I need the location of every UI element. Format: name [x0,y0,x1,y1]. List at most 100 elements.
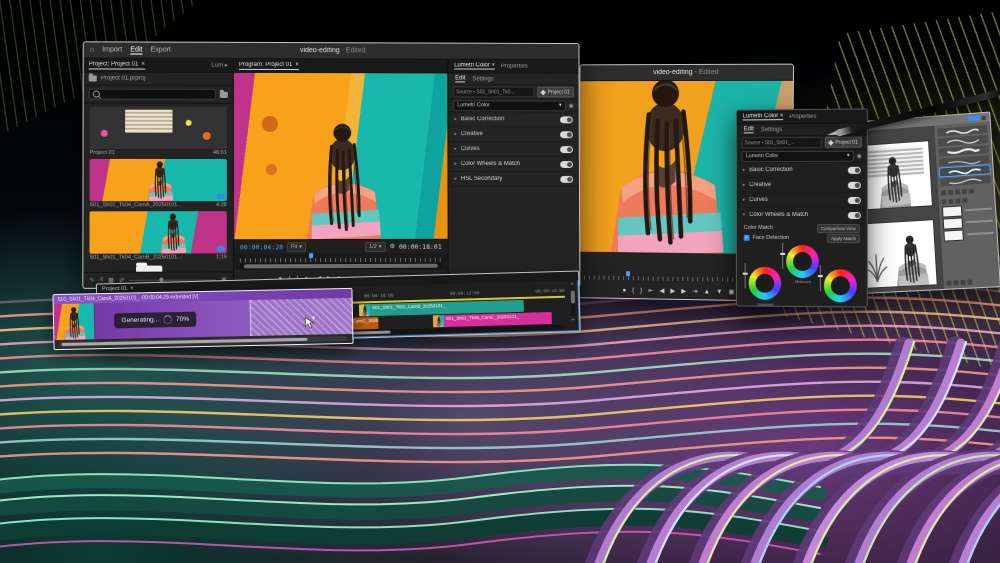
home-icon[interactable]: ⌂ [90,46,94,54]
face-detection-checkbox[interactable]: ✓ [744,235,750,241]
layer-row[interactable] [942,204,992,217]
section-color-wheels[interactable]: ▸Color Wheels & Match [448,157,578,172]
target-clip-chip[interactable]: Project 01 [538,87,574,98]
mark-out-button[interactable]: } [640,287,642,294]
footer-icon[interactable] [967,279,972,284]
timeline-view-icon[interactable]: ◉ [857,152,862,159]
comparison-view-button[interactable]: Comparison View [817,224,860,233]
play-button[interactable]: ▶ [670,287,675,295]
setting-icon[interactable] [941,190,946,195]
lift-button[interactable]: ▲ [704,288,710,295]
menu-edit[interactable]: Edit [130,46,142,54]
toggle-basic-correction[interactable] [848,166,861,173]
toggle-creative[interactable] [560,131,573,138]
midtones-slider[interactable] [782,243,783,269]
tab-lumetri-scopes[interactable]: Lum ▸ [211,62,227,69]
new-bin-icon[interactable] [220,91,228,97]
tab-project[interactable]: Project: Project 01× [89,61,145,69]
swatch-icon[interactable] [962,198,967,203]
setting-icon[interactable] [948,190,953,195]
generative-extend-clip[interactable]: S01_Sh01_Tk04_CamA_20250101_ -00:00:04;2… [52,288,353,350]
layer-row[interactable] [943,228,993,241]
playhead-1[interactable] [309,253,313,258]
tab-properties[interactable]: Properties [501,63,528,69]
search-input[interactable] [89,89,216,100]
shadows-slider[interactable] [745,263,746,289]
bin-item-clip-b[interactable]: S01_Sh01_Tk04_CamB_20250101...1:19 [89,211,226,261]
scroll-thumb[interactable] [244,264,438,269]
tab-lumetri-color[interactable]: Lumetri Color × [743,113,784,120]
zoom-level-select[interactable]: Fit▾ [287,242,306,252]
setting-icon[interactable] [955,189,960,194]
setting-icon[interactable] [969,188,974,193]
tab-settings[interactable]: Settings [472,76,493,82]
toggle-creative[interactable] [848,181,861,188]
tool-icon[interactable] [981,115,985,119]
export-frame-button[interactable]: ▣ [728,288,734,296]
source-clip-field[interactable]: Source • S01_Sh01_... [742,137,823,148]
toggle-curves[interactable] [848,196,861,203]
highlights-wheel[interactable] [824,269,857,302]
highlights-slider[interactable] [820,265,821,291]
footer-icon[interactable] [960,280,965,285]
toggle-color-wheels[interactable] [848,212,861,219]
bin-item-sequence[interactable]: Project 0146:01 [90,107,227,156]
tab-properties[interactable]: Properties [789,113,816,119]
step-forward-button[interactable]: ▶ [681,287,686,295]
section-curves[interactable]: ▸Curves [737,193,867,208]
active-tool-chip[interactable] [967,115,979,121]
playback-ruler-1[interactable] [240,253,442,263]
pen-tool-icon[interactable]: ✎ [89,276,94,283]
monitor-scrollbar[interactable] [240,263,442,270]
swatch-icon[interactable] [948,199,953,204]
shadows-wheel[interactable] [749,267,782,300]
tab-edit[interactable]: Edit [455,75,465,82]
playhead-2[interactable] [626,271,630,276]
zoom-in-icon[interactable]: + [571,282,574,288]
apply-match-button[interactable]: Apply Match [827,234,860,243]
extract-button[interactable]: ▼ [716,288,722,295]
footer-icon[interactable] [946,281,951,286]
vertical-scrollbar[interactable] [570,289,575,317]
tab-edit[interactable]: Edit [744,126,754,133]
list-view-icon[interactable]: ≡ [100,277,104,283]
lumetri-preset-select[interactable]: Lumetri Color▾ [742,150,854,162]
go-to-in-button[interactable]: ⇤ [648,286,653,294]
toggle-hsl-secondary[interactable] [560,175,573,182]
menu-import[interactable]: Import [102,46,122,54]
add-marker-button[interactable]: ● [622,286,626,293]
midtones-wheel[interactable] [786,245,819,278]
playback-resolution-select[interactable]: 1/2▾ [365,241,385,251]
mark-in-button[interactable]: { [632,287,634,294]
go-to-out-button[interactable]: ⇥ [692,287,697,295]
section-creative[interactable]: ▸Creative [737,178,867,193]
tab-program[interactable]: Program: Project 01× [239,61,299,69]
brush-stroke-option[interactable] [940,175,990,186]
bin-item-folder[interactable] [89,263,226,268]
storyboard-frame-2[interactable] [858,220,938,289]
view-icon[interactable]: ◉ [569,102,574,109]
close-icon[interactable]: × [130,285,133,291]
bin-item-clip-a[interactable]: S01_Sh01_Tk04_CamA_20250101...4:28 [90,159,227,208]
layer-row[interactable] [943,216,993,229]
section-hsl-secondary[interactable]: ▸HSL Secondary [448,172,579,187]
toggle-basic-correction[interactable] [560,116,573,123]
zoom-out-icon[interactable]: + [571,317,574,323]
footer-icon[interactable] [953,280,958,285]
lumetri-preset-select[interactable]: Lumetri Color▾ [453,100,565,111]
tab-settings[interactable]: Settings [761,127,782,133]
setting-icon[interactable] [962,189,967,194]
window1-titlebar[interactable]: ⌂ Import Edit Export video-editing - Edi… [84,42,579,60]
toggle-curves[interactable] [560,146,573,153]
section-color-wheels[interactable]: ▾Color Wheels & Match [737,208,867,223]
tab-timeline[interactable]: Project 01 [102,285,127,292]
swatch-icon[interactable] [955,198,960,203]
menu-export[interactable]: Export [151,46,171,54]
window2-titlebar[interactable]: video-editing - Edited [580,65,793,82]
settings-wrench-icon[interactable]: ⚙ [390,243,395,250]
section-creative[interactable]: ▸Creative [448,127,578,142]
swatch-icon[interactable] [942,199,947,204]
section-curves[interactable]: ▸Curves [448,142,578,157]
section-basic-correction[interactable]: ▸Basic Correction [448,112,578,127]
source-clip-field[interactable]: Source • S01_Sh01_Tk0... [453,86,535,97]
